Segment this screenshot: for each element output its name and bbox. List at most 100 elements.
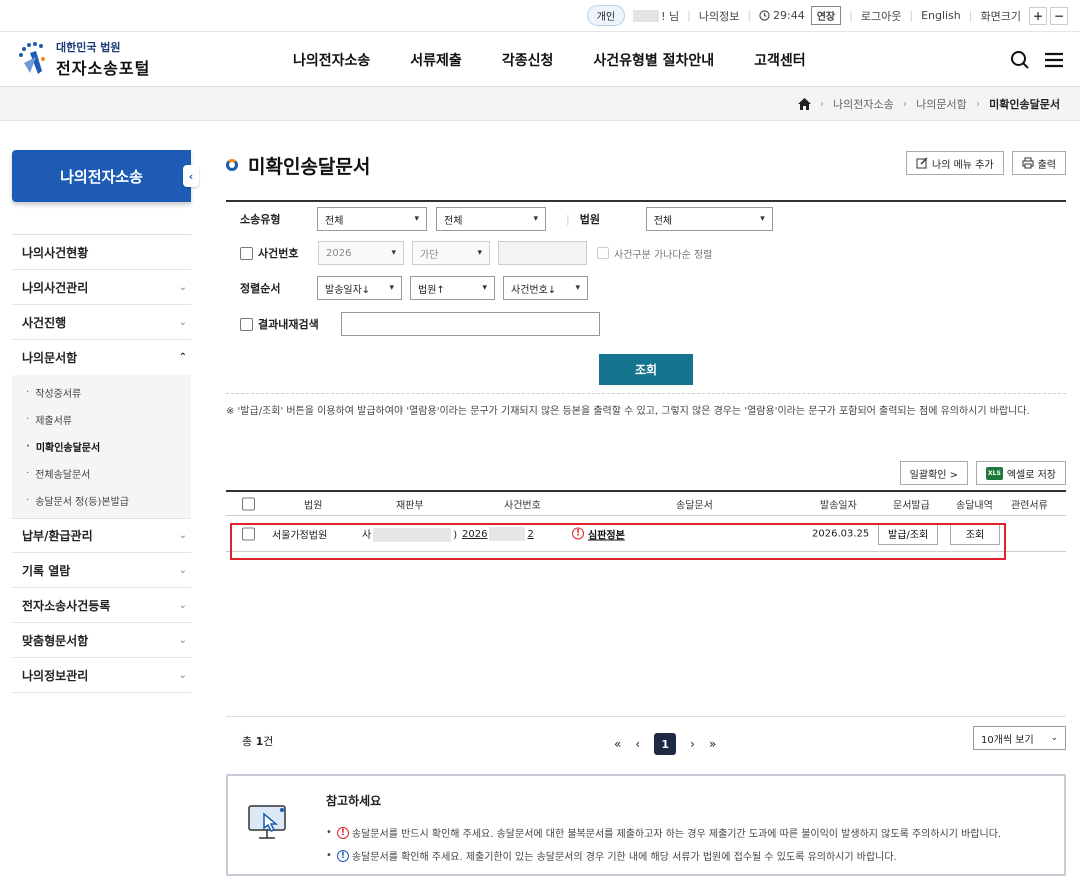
th-case-no: 사건번호 — [504, 500, 541, 511]
sidebar-item-case-progress[interactable]: 사건진행 ⌄ — [12, 305, 191, 340]
th-history: 송달내역 — [956, 500, 993, 511]
english-link[interactable]: English — [921, 9, 961, 22]
utility-bar: 개인 ! 님 | 나의정보 | 29:44 연장 | 로그아웃 | Englis… — [0, 0, 1080, 32]
reference-box: 참고하세요 •! 송달문서를 반드시 확인해 주세요. 송달문서에 대한 불복문서… — [226, 774, 1066, 876]
search-icon[interactable] — [1010, 50, 1030, 70]
gnb-document-submit[interactable]: 서류제출 — [410, 50, 462, 70]
sidebar-item-my-docs[interactable]: 나의문서함 ⌃ — [12, 340, 191, 375]
pagination-bar: 총 1건 « ‹ 1 › » 10개씩 보기 ⌄ — [226, 716, 1066, 758]
sidebar-sub-unconfirmed[interactable]: 미확인송달문서 — [12, 433, 191, 460]
chevron-down-icon: ⌄ — [178, 599, 187, 611]
sidebar-sub-certified-copy[interactable]: 송달문서 정(등)본발급 — [12, 487, 191, 514]
sidebar-title-text: 나의전자소송 — [60, 167, 143, 186]
sidebar-sub-drafts[interactable]: 작성중서류 — [12, 379, 191, 406]
next-page-icon[interactable]: › — [690, 737, 695, 751]
timer-value: 29:44 — [773, 9, 805, 22]
result-search-input[interactable] — [341, 312, 600, 336]
screen-size-label: 화면크기 — [980, 9, 1021, 23]
case-number-checkbox[interactable] — [240, 246, 253, 260]
sidebar-submenu: 작성중서류 제출서류 미확인송달문서 전체송달문서 송달문서 정(등)본발급 — [12, 375, 191, 518]
excel-save-button[interactable]: XLS 엑셀로 저장 — [976, 461, 1066, 485]
site-header: 대한민국 법원 전자소송포털 나의전자소송 서류제출 각종신청 사건유형별 절차… — [0, 32, 1080, 87]
zoom-out-button[interactable]: − — [1050, 6, 1068, 25]
sidebar-sub-submitted[interactable]: 제출서류 — [12, 406, 191, 433]
alert-icon: ! — [336, 826, 349, 839]
chevron-down-icon: ▾ — [760, 214, 765, 224]
chevron-down-icon: ▾ — [482, 283, 487, 293]
chevron-down-icon: ⌄ — [178, 634, 187, 646]
first-page-icon[interactable]: « — [614, 737, 621, 751]
session-timer: 29:44 연장 — [759, 6, 842, 25]
sort-court-select[interactable]: 법원↑ ▾ — [410, 276, 495, 300]
home-icon[interactable] — [797, 97, 811, 110]
select-all-checkbox[interactable] — [242, 497, 255, 510]
year-select[interactable]: 2026 ▾ — [318, 241, 404, 265]
logout-link[interactable]: 로그아웃 — [861, 8, 901, 24]
total-label: 총 — [242, 735, 253, 748]
notice-text: ※ '발급/조회' 버튼을 이용하여 발급하여야 '열람용'이라는 문구가 기재… — [226, 406, 1030, 417]
last-page-icon[interactable]: » — [709, 737, 716, 751]
court-emblem-icon — [16, 41, 56, 77]
global-nav: 나의전자소송 서류제출 각종신청 사건유형별 절차안내 고객센터 — [293, 32, 846, 87]
th-document: 송달문서 — [676, 500, 713, 511]
chevron-up-icon: ⌃ — [178, 352, 187, 363]
th-related: 관련서류 — [1011, 500, 1048, 511]
sidebar-item-custom-docs[interactable]: 맞춤형문서함 ⌄ — [12, 623, 191, 658]
bulk-confirm-button[interactable]: 일괄확인 > — [899, 461, 969, 485]
sidebar-item-my-info[interactable]: 나의정보관리 ⌄ — [12, 658, 191, 693]
case-kind-select[interactable]: 가단 ▾ — [412, 241, 490, 265]
extend-button[interactable]: 연장 — [810, 6, 842, 25]
sort-case-no-select[interactable]: 사건번호↓ ▾ — [503, 276, 588, 300]
sidebar-sub-all-delivered[interactable]: 전체송달문서 — [12, 460, 191, 487]
gnb-customer-center[interactable]: 고객센터 — [754, 50, 806, 70]
print-button[interactable]: 출력 — [1011, 151, 1066, 175]
breadcrumb-item[interactable]: 나의문서함 — [916, 96, 967, 112]
print-icon — [1022, 157, 1034, 169]
per-page-select[interactable]: 10개씩 보기 ⌄ — [973, 726, 1066, 750]
th-issue: 문서발급 — [893, 500, 930, 511]
row-highlight — [230, 523, 1006, 560]
th-division: 재판부 — [396, 500, 424, 511]
chevron-down-icon: ▾ — [477, 248, 482, 258]
chevron-down-icon: ▾ — [575, 283, 580, 293]
case-number-input[interactable] — [498, 241, 587, 265]
sort-by-kind-label: 사건구분 가나다순 정렬 — [614, 249, 713, 261]
masked-username — [633, 9, 660, 22]
sort-by-kind-checkbox[interactable] — [597, 247, 609, 259]
page-title: 미확인송달문서 — [248, 155, 371, 178]
page-current[interactable]: 1 — [654, 733, 677, 755]
site-logo[interactable]: 대한민국 법원 전자소송포털 — [16, 39, 196, 79]
court-select[interactable]: 전체 ▾ — [645, 207, 773, 231]
zoom-in-button[interactable]: + — [1029, 6, 1047, 25]
sort-sent-date-select[interactable]: 발송일자↓ ▾ — [317, 276, 402, 300]
th-sent-date: 발송일자 — [820, 500, 857, 511]
my-info-link[interactable]: 나의정보 — [699, 8, 739, 24]
chevron-down-icon: ⌄ — [178, 316, 187, 328]
breadcrumb-current: 미확인송달문서 — [989, 97, 1060, 111]
gnb-procedure-guide[interactable]: 사건유형별 절차안내 — [593, 50, 714, 70]
edit-icon — [916, 157, 928, 169]
result-search-label: 결과내재검색 — [258, 318, 319, 331]
breadcrumb-item[interactable]: 나의전자소송 — [833, 96, 894, 112]
clock-icon — [759, 10, 770, 21]
sidebar-collapse-icon[interactable]: ‹ — [183, 165, 199, 187]
sidebar-item-case-register[interactable]: 전자소송사건등록 ⌄ — [12, 588, 191, 623]
gnb-applications[interactable]: 각종신청 — [502, 50, 554, 70]
sidebar-item-payment[interactable]: 납부/환급관리 ⌄ — [12, 518, 191, 553]
suit-type-select-2[interactable]: 전체 ▾ — [436, 207, 546, 231]
sidebar: 나의전자소송 ‹ 나의사건현황 나의사건관리⌄ 사건진행⌄ 나의문서함⌃ 작성중… — [12, 150, 199, 693]
gnb-my-ecourt[interactable]: 나의전자소송 — [293, 50, 370, 70]
table-header: 법원 재판부 사건번호 송달문서 발송일자 문서발급 송달내역 관련서류 — [226, 492, 1066, 516]
prev-page-icon[interactable]: ‹ — [635, 737, 640, 751]
add-my-menu-button[interactable]: 나의 메뉴 추가 — [906, 151, 1004, 175]
suit-type-select-1[interactable]: 전체 ▾ — [317, 207, 427, 231]
query-button[interactable]: 조회 — [599, 354, 693, 385]
result-search-checkbox[interactable] — [240, 317, 253, 331]
search-form: 소송유형 전체 ▾ 전체 ▾ | 법원 전체 ▾ 사건번호 2026 ▾ 가단 ▾ 사건구… — [226, 200, 1066, 385]
hamburger-menu-icon[interactable] — [1044, 50, 1064, 70]
sidebar-item-case-status[interactable]: 나의사건현황 — [12, 235, 191, 270]
sidebar-item-case-manage[interactable]: 나의사건관리 ⌄ — [12, 270, 191, 305]
sidebar-item-record-view[interactable]: 기록 열람 ⌄ — [12, 553, 191, 588]
main-content: 미확인송달문서 나의 메뉴 추가 출력 소송유형 전체 ▾ 전체 ▾ | 법원 전체… — [226, 150, 1066, 876]
chevron-down-icon: ⌄ — [178, 530, 187, 541]
